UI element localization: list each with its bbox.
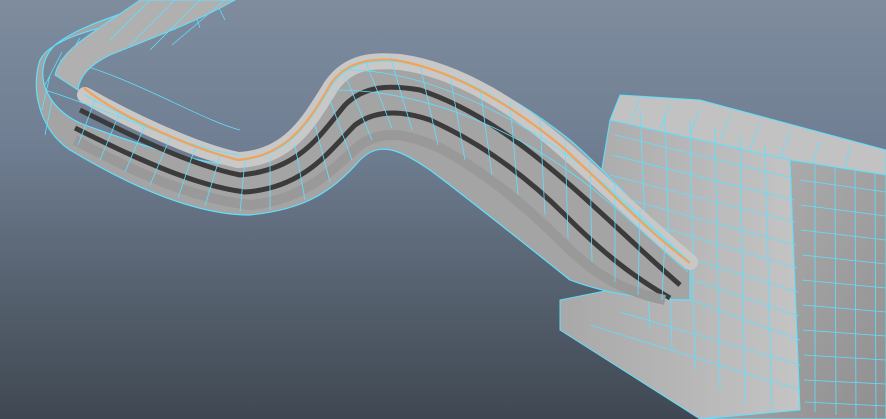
viewport-canvas[interactable] xyxy=(0,0,886,419)
maya-viewport[interactable] xyxy=(0,0,886,419)
cable-upper-segment[interactable] xyxy=(54,0,237,91)
